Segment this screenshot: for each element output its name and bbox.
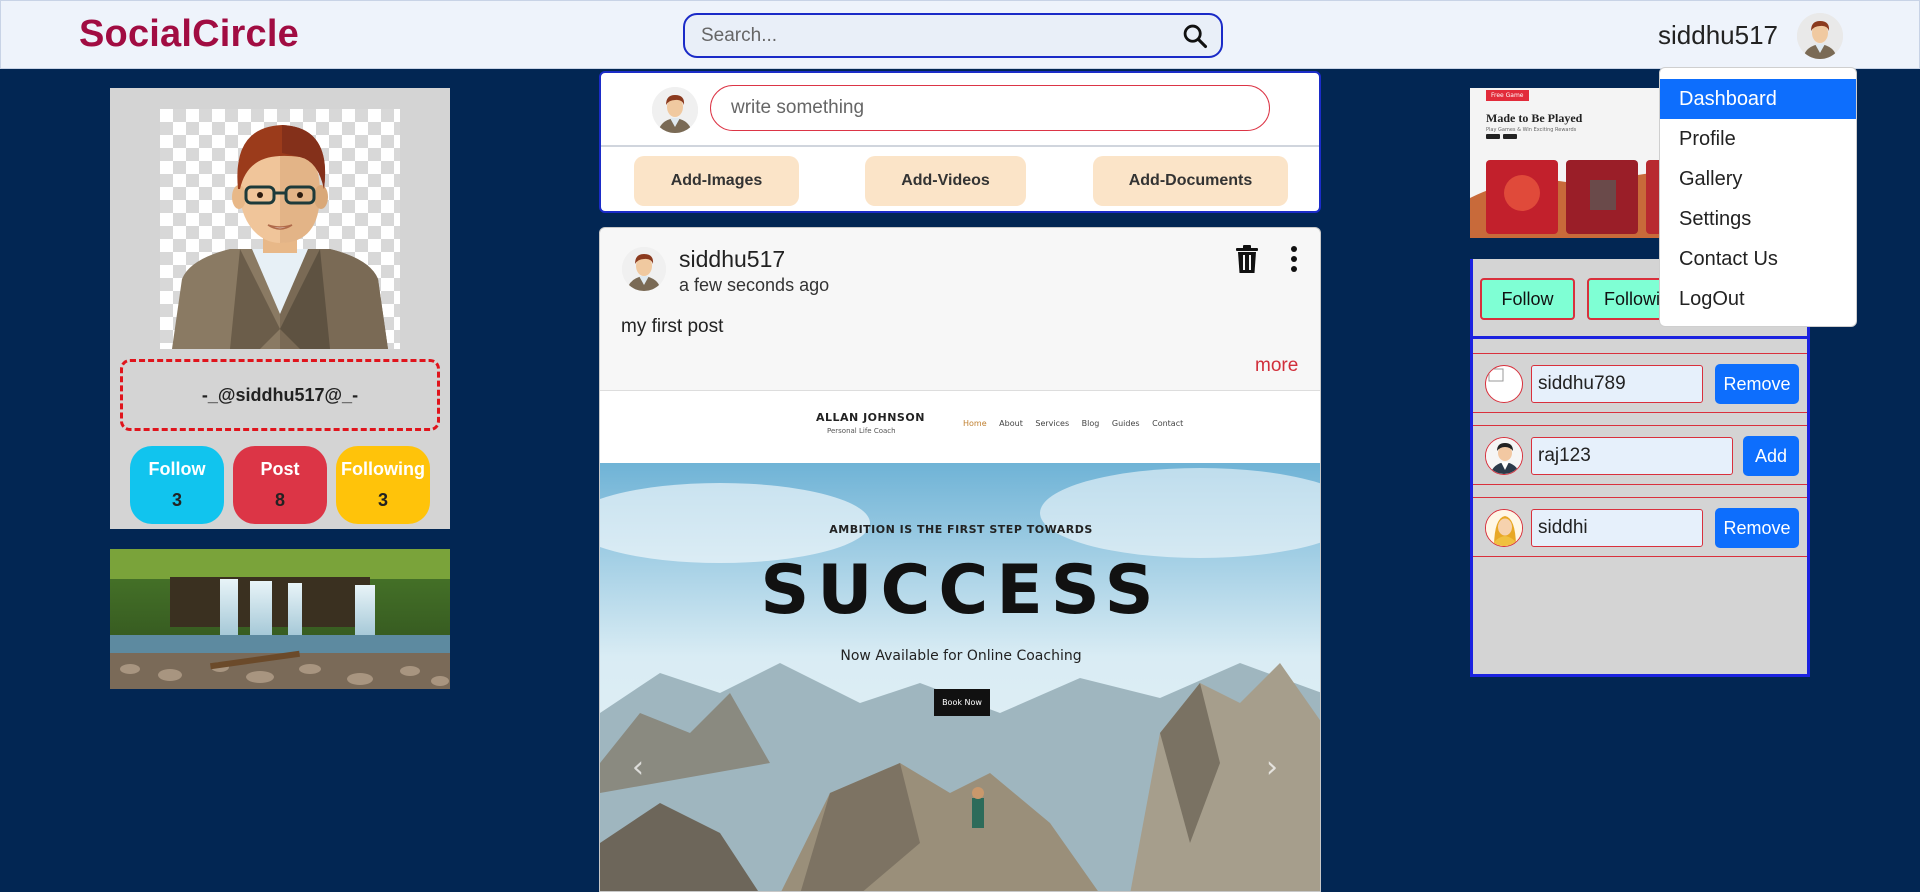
user-name-field: siddhu789 xyxy=(1531,365,1703,403)
carousel-prev-icon[interactable]: ‹ xyxy=(618,748,658,788)
website-nav-item: Contact xyxy=(1152,419,1184,428)
website-nav: Home About Services Blog Guides Contact xyxy=(963,419,1183,428)
post-card: siddhu517 a few seconds ago my first pos… xyxy=(599,227,1321,892)
post-image-carousel[interactable]: ALLAN JOHNSON Personal Life Coach Home A… xyxy=(600,390,1320,891)
following-stat-button[interactable]: Following 3 xyxy=(336,446,430,524)
user-avatar-icon xyxy=(1485,509,1523,547)
post-timestamp: a few seconds ago xyxy=(679,275,830,295)
menu-item-dashboard[interactable]: Dashboard xyxy=(1660,79,1856,119)
post-stat-button[interactable]: Post 8 xyxy=(233,446,327,524)
user-avatar-icon xyxy=(622,247,666,291)
top-navbar: SocialCircle siddhu517 xyxy=(0,0,1920,69)
user-list-item: raj123 Add xyxy=(1473,425,1807,485)
composer-divider xyxy=(601,145,1319,147)
hero-headline: SUCCESS xyxy=(760,551,1162,630)
more-options-icon[interactable] xyxy=(1288,244,1300,274)
menu-item-contact-us[interactable]: Contact Us xyxy=(1660,239,1856,279)
user-avatar-icon xyxy=(652,87,698,133)
nav-username[interactable]: siddhu517 xyxy=(1658,20,1778,51)
website-nav-item: Guides xyxy=(1111,419,1140,428)
post-author-avatar[interactable] xyxy=(622,247,666,291)
user-list-item: siddhu789 Remove xyxy=(1473,353,1807,413)
website-nav-item: Home xyxy=(963,419,987,428)
add-videos-button[interactable]: Add-Videos xyxy=(865,156,1026,206)
write-post-input[interactable] xyxy=(710,85,1270,131)
menu-item-settings[interactable]: Settings xyxy=(1660,199,1856,239)
add-user-button[interactable]: Add xyxy=(1743,436,1799,476)
user-avatar-icon xyxy=(1797,13,1843,59)
user-name-field: raj123 xyxy=(1531,437,1733,475)
website-nav-item: Services xyxy=(1035,419,1070,428)
profile-avatar-illustration xyxy=(172,125,388,349)
website-logo-subtitle: Personal Life Coach xyxy=(827,427,896,435)
menu-item-gallery[interactable]: Gallery xyxy=(1660,159,1856,199)
post-stat-label: Post xyxy=(260,459,300,479)
profile-handle: -_@siddhu517@_- xyxy=(120,359,440,431)
profile-card: -_@siddhu517@_- Follow 3 Post 8 Followin… xyxy=(110,88,450,529)
search-icon[interactable] xyxy=(1181,22,1209,50)
menu-item-profile[interactable]: Profile xyxy=(1660,119,1856,159)
website-nav-item: About xyxy=(999,419,1023,428)
follow-stat-count: 3 xyxy=(171,490,182,510)
website-hero: AMBITION IS THE FIRST STEP TOWARDS SUCCE… xyxy=(600,463,1320,891)
hero-subheadline: Now Available for Online Coaching xyxy=(840,648,1082,664)
post-more-link[interactable]: more xyxy=(1255,355,1298,377)
following-stat-count: 3 xyxy=(377,490,388,510)
post-content-text: my first post xyxy=(621,316,724,337)
user-name-field: siddhi xyxy=(1531,509,1703,547)
composer-avatar xyxy=(652,87,698,133)
waterfall-scene xyxy=(110,549,450,689)
nav-avatar[interactable] xyxy=(1797,13,1843,59)
website-logo-text: ALLAN JOHNSON xyxy=(816,411,925,424)
remove-user-button[interactable]: Remove xyxy=(1715,364,1799,404)
follow-tab-button[interactable]: Follow xyxy=(1480,278,1575,320)
brand-logo[interactable]: SocialCircle xyxy=(79,13,299,56)
user-dropdown-menu: Dashboard Profile Gallery Settings Conta… xyxy=(1659,67,1857,327)
post-stat-count: 8 xyxy=(274,490,285,510)
add-documents-button[interactable]: Add-Documents xyxy=(1093,156,1288,206)
user-list-item: siddhi Remove xyxy=(1473,497,1807,557)
hero-tagline: AMBITION IS THE FIRST STEP TOWARDS xyxy=(829,523,1093,536)
remove-user-button[interactable]: Remove xyxy=(1715,508,1799,548)
search-input[interactable] xyxy=(701,23,1171,49)
website-nav-item: Blog xyxy=(1081,419,1100,428)
waterfall-image xyxy=(110,549,450,689)
following-stat-label: Following xyxy=(341,459,425,479)
post-author-name[interactable]: siddhu517 xyxy=(679,246,785,273)
trash-icon[interactable] xyxy=(1234,244,1260,274)
user-avatar-icon xyxy=(1485,437,1523,475)
carousel-next-icon[interactable]: › xyxy=(1252,748,1292,788)
add-images-button[interactable]: Add-Images xyxy=(634,156,799,206)
search-box[interactable] xyxy=(683,13,1223,58)
menu-item-logout[interactable]: LogOut xyxy=(1660,279,1856,319)
hero-cta-button: Book Now xyxy=(934,689,990,716)
profile-picture[interactable] xyxy=(160,109,400,349)
post-composer: Add-Images Add-Videos Add-Documents xyxy=(599,71,1321,213)
follow-stat-button[interactable]: Follow 3 xyxy=(130,446,224,524)
website-header: ALLAN JOHNSON Personal Life Coach Home A… xyxy=(600,391,1320,463)
follow-stat-label: Follow xyxy=(148,459,206,479)
broken-avatar-icon xyxy=(1485,365,1523,403)
